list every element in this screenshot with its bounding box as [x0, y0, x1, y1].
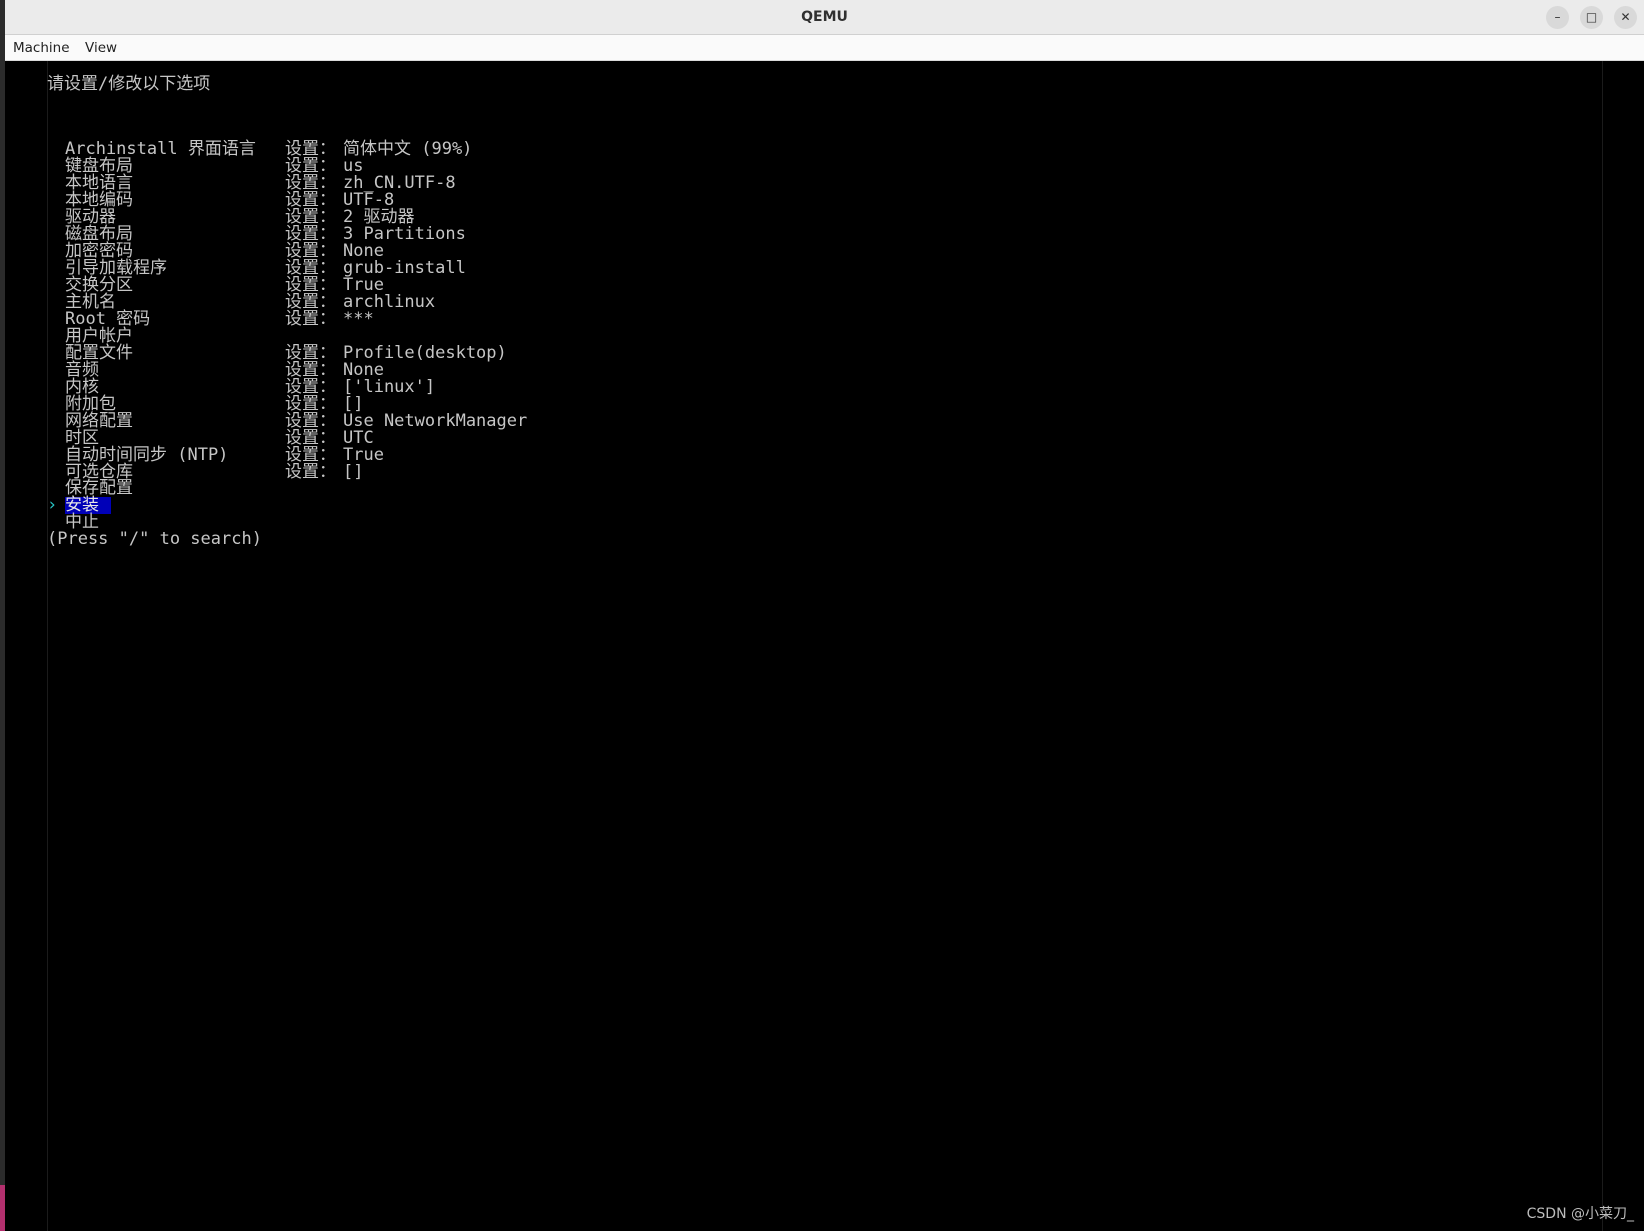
- close-button[interactable]: ✕: [1614, 6, 1637, 29]
- qemu-window: QEMU – □ ✕ Machine View 请设置/修改以下选项 Archi…: [5, 0, 1644, 1231]
- search-hint: (Press "/" to search): [47, 531, 262, 548]
- screen-right-border: [1602, 61, 1603, 1231]
- option-set-prefix: 设置：: [285, 311, 336, 328]
- vm-screen[interactable]: 请设置/修改以下选项 Archinstall 界面语言设置：简体中文 (99%)…: [5, 61, 1644, 1231]
- window-title: QEMU: [5, 0, 1644, 35]
- menu-bar: Machine View: [5, 35, 1644, 61]
- option-set-prefix: 设置：: [285, 464, 336, 481]
- option-value: ***: [343, 311, 374, 328]
- minimize-button[interactable]: –: [1546, 6, 1569, 29]
- maximize-button[interactable]: □: [1580, 6, 1603, 29]
- menu-machine[interactable]: Machine: [13, 35, 70, 61]
- option-value: []: [343, 464, 363, 481]
- menu-view[interactable]: View: [85, 35, 117, 61]
- installer-heading: 请设置/修改以下选项: [47, 76, 210, 93]
- screen-left-border: [47, 61, 48, 1231]
- watermark: CSDN @小菜刀_: [1527, 1203, 1634, 1223]
- selection-cursor-icon: ›: [47, 497, 57, 514]
- title-bar[interactable]: QEMU – □ ✕: [5, 0, 1644, 35]
